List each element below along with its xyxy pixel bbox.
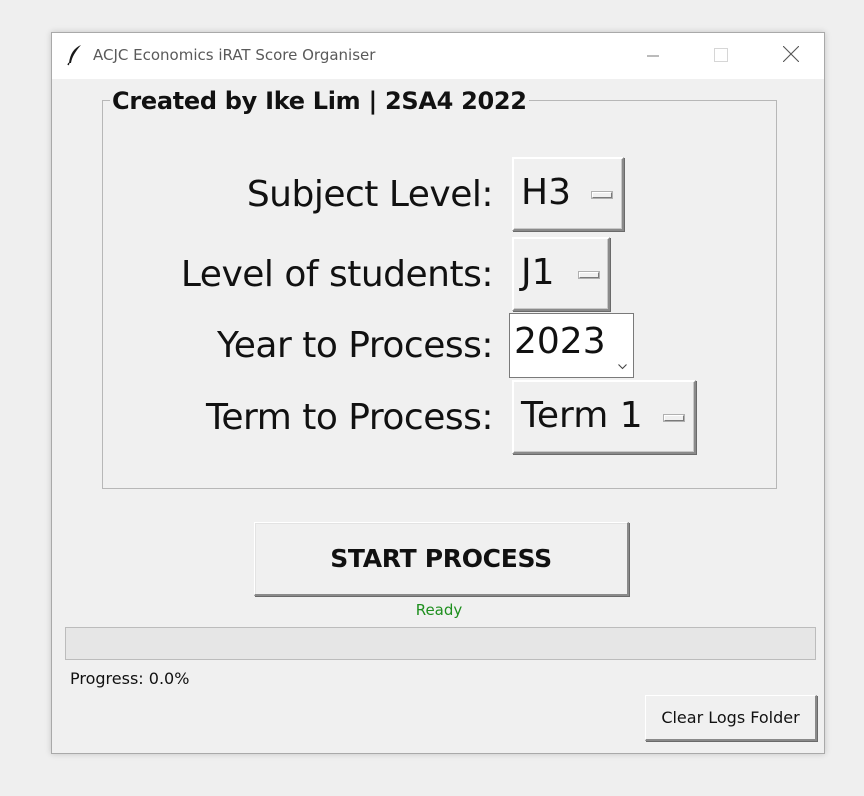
term-label: Term to Process:	[206, 397, 493, 438]
term-menu[interactable]: Term 1	[512, 380, 696, 454]
option-indicator-icon	[664, 415, 684, 421]
start-process-button[interactable]: START PROCESS	[254, 522, 629, 596]
app-window: ACJC Economics iRAT Score Organiser Crea…	[51, 32, 825, 754]
clear-logs-button[interactable]: Clear Logs Folder	[645, 695, 817, 741]
feather-icon	[66, 44, 84, 66]
term-value: Term 1	[521, 395, 643, 436]
subject-level-value: H3	[521, 172, 571, 213]
frame-title: Created by Ike Lim | 2SA4 2022	[110, 87, 529, 115]
student-level-menu[interactable]: J1	[512, 237, 610, 311]
student-level-value: J1	[521, 252, 555, 293]
year-label: Year to Process:	[217, 325, 493, 366]
option-indicator-icon	[579, 272, 599, 278]
progress-label: Progress: 0.0%	[70, 669, 190, 688]
window-title: ACJC Economics iRAT Score Organiser	[93, 46, 376, 64]
subject-level-label: Subject Level:	[246, 174, 494, 215]
minimize-button[interactable]	[630, 33, 676, 79]
close-button[interactable]	[768, 33, 814, 79]
chevron-down-icon[interactable]	[618, 338, 627, 379]
status-text: Ready	[415, 601, 463, 619]
option-indicator-icon	[592, 192, 612, 198]
maximize-icon	[714, 47, 728, 66]
progress-bar	[65, 627, 816, 660]
minimize-icon	[647, 47, 659, 66]
maximize-button[interactable]	[698, 33, 744, 79]
year-value: 2023	[514, 321, 606, 362]
student-level-label: Level of students:	[180, 254, 494, 295]
year-combobox[interactable]: 2023	[509, 313, 634, 378]
close-icon	[782, 45, 800, 66]
title-bar[interactable]: ACJC Economics iRAT Score Organiser	[52, 33, 824, 79]
subject-level-menu[interactable]: H3	[512, 157, 624, 231]
